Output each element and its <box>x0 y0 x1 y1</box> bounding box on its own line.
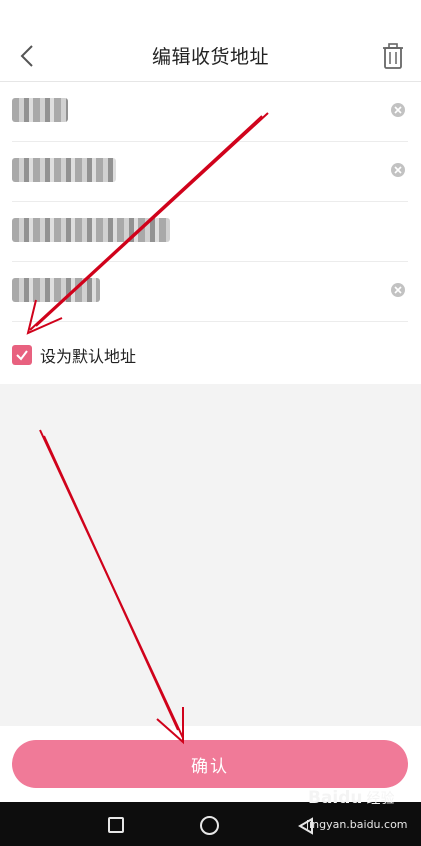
home-button[interactable] <box>200 816 219 835</box>
trash-icon <box>383 43 403 69</box>
watermark-brand-jingyan: 经验 <box>366 791 395 807</box>
clear-icon[interactable] <box>390 162 406 178</box>
default-address-label: 设为默认地址 <box>40 347 137 366</box>
watermark-brand-bai: Bai <box>308 788 339 808</box>
default-address-checkbox[interactable] <box>12 345 32 365</box>
phone-value <box>12 158 232 182</box>
confirm-button[interactable]: 确认 <box>12 740 408 788</box>
recipient-name-field[interactable] <box>12 82 408 142</box>
phone-field[interactable] <box>12 142 408 202</box>
region-value <box>12 218 232 242</box>
page-title: 编辑收货地址 <box>151 46 269 68</box>
watermark-brand: Baidu 经验 <box>308 788 395 808</box>
watermark-url: jingyan.baidu.com <box>306 818 408 831</box>
clear-icon[interactable] <box>390 282 406 298</box>
default-address-toggle[interactable]: 设为默认地址 <box>12 340 312 370</box>
address-form: 设为默认地址 <box>0 82 421 384</box>
watermark-brand-du: du <box>338 788 363 808</box>
region-field[interactable] <box>12 202 408 262</box>
recipient-name-value <box>12 98 232 122</box>
delete-button[interactable] <box>375 40 411 72</box>
clear-icon[interactable] <box>390 102 406 118</box>
detail-address-field[interactable] <box>12 262 408 322</box>
baidu-jingyan-watermark: Baidu 经验 jingyan.baidu.com <box>300 784 421 844</box>
detail-address-value <box>12 278 232 302</box>
checkmark-icon <box>16 350 28 361</box>
empty-content-area <box>0 384 421 726</box>
recent-apps-button[interactable] <box>108 817 124 833</box>
top-bar: 编辑收货地址 <box>0 0 421 82</box>
